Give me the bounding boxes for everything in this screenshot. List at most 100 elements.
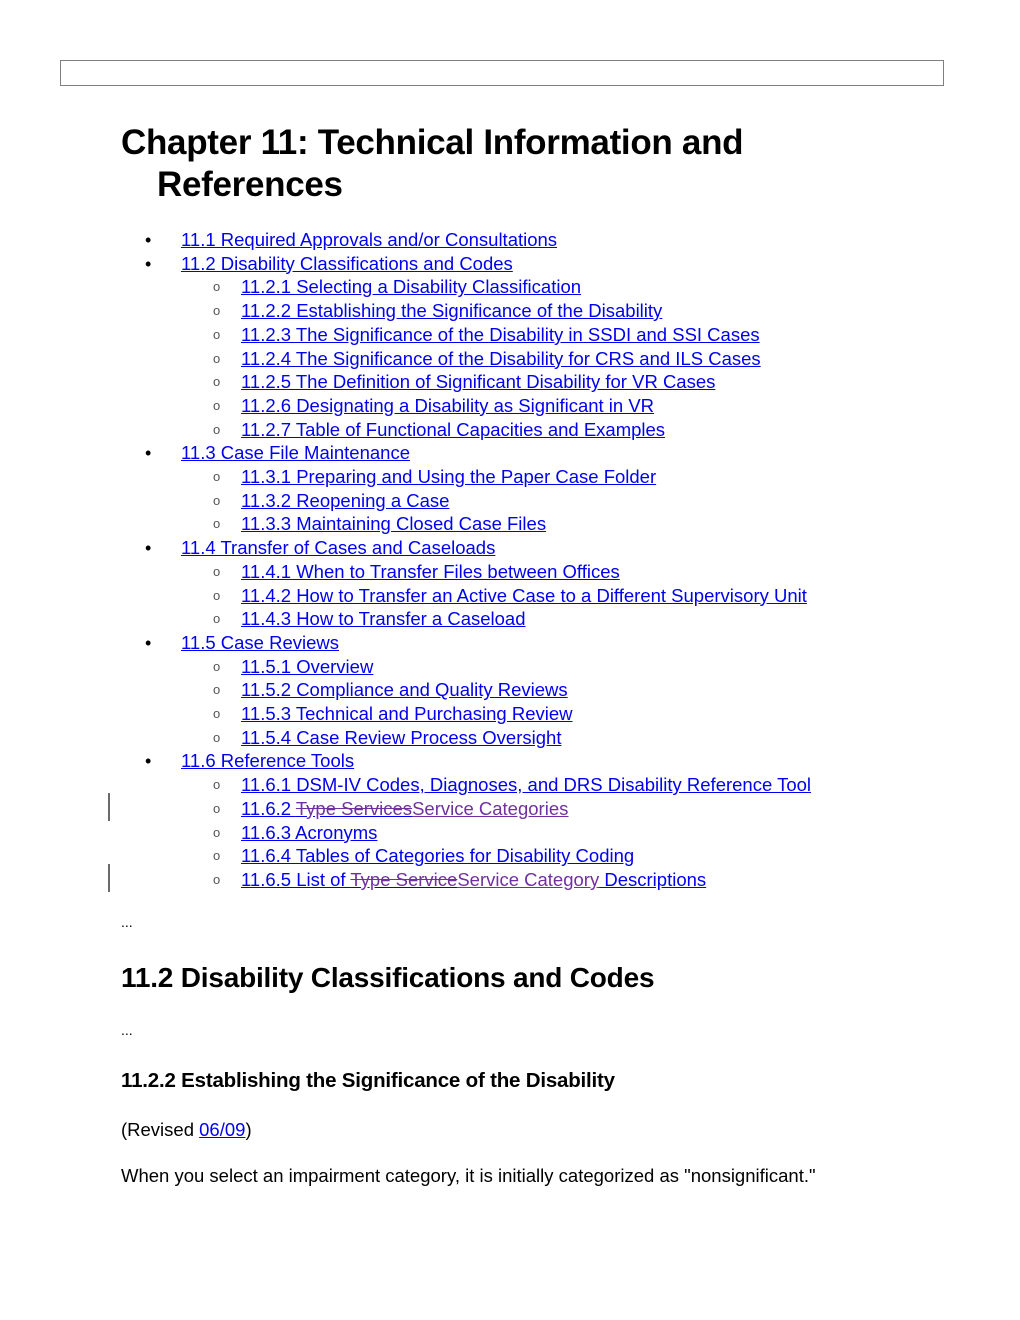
circle-bullet-icon: o [213, 397, 221, 413]
link-text: Descriptions [599, 868, 707, 890]
bullet-icon: • [145, 230, 152, 250]
tracked-insertion: Service Category [457, 868, 600, 890]
circle-bullet-icon: o [213, 824, 221, 840]
toc-link[interactable]: 11.3.2 Reopening a Case [241, 490, 449, 511]
toc-link[interactable]: 11.5.1 Overview [241, 656, 373, 677]
toc-subitem: o 11.5.4 Case Review Process Oversight [213, 726, 561, 750]
toc-link[interactable]: 11.6.3 Acronyms [241, 822, 377, 843]
link-text: 11.6.5 List of [241, 868, 351, 890]
toc-subitem: o 11.2.6 Designating a Disability as Sign… [213, 394, 654, 418]
toc-link[interactable]: 11.3.3 Maintaining Closed Case Files [241, 513, 546, 534]
circle-bullet-icon: o [213, 800, 221, 816]
toc-link[interactable]: 11.5.3 Technical and Purchasing Review [241, 703, 573, 724]
change-bar [108, 864, 110, 892]
circle-bullet-icon: o [213, 658, 221, 674]
toc-link[interactable]: 11.2.5 The Definition of Significant Dis… [241, 371, 715, 392]
toc-subitem: o 11.6.3 Acronyms [213, 821, 377, 845]
toc-link[interactable]: 11.2.4 The Significance of the Disabilit… [241, 348, 761, 369]
toc-subitem: o 11.3.3 Maintaining Closed Case Files [213, 512, 546, 536]
circle-bullet-icon: o [213, 350, 221, 366]
revised-date-link[interactable]: 06/09 [199, 1119, 245, 1140]
toc-subitem: o 11.6.1 DSM-IV Codes, Diagnoses, and DRS… [213, 773, 811, 797]
toc-item: • 11.1 Required Approvals and/or Consulta… [145, 228, 557, 252]
link-text: 11.6.2 [241, 797, 296, 819]
toc-link[interactable]: 11.2.3 The Significance of the Disabilit… [241, 324, 760, 345]
toc-link[interactable]: 11.2.1 Selecting a Disability Classifica… [241, 276, 581, 297]
circle-bullet-icon: o [213, 516, 221, 532]
toc-link[interactable]: 11.6.1 DSM-IV Codes, Diagnoses, and DRS … [241, 774, 811, 795]
revised-suffix: ) [245, 1119, 252, 1140]
toc-link[interactable]: 11.6.4 Tables of Categories for Disabili… [241, 845, 634, 866]
toc-link[interactable]: 11.6.2 Type ServicesService Categories [241, 798, 568, 819]
subsection-heading: 11.2.2 Establishing the Significance of … [121, 1069, 615, 1092]
circle-bullet-icon: o [213, 777, 221, 793]
toc-link[interactable]: 11.6.5 List of Type ServiceService Categ… [241, 869, 706, 890]
toc-link[interactable]: 11.3.1 Preparing and Using the Paper Cas… [241, 466, 656, 487]
toc-subitem: o 11.2.7 Table of Functional Capacities a… [213, 418, 665, 442]
bullet-icon: • [145, 632, 152, 653]
toc-link[interactable]: 11.2 Disability Classifications and Code… [181, 253, 513, 274]
circle-bullet-icon: o [213, 421, 221, 437]
chapter-title: Chapter 11: Technical Information and Re… [121, 123, 744, 204]
bullet-icon: • [145, 751, 152, 772]
toc-item: • 11.2 Disability Classifications and Cod… [145, 252, 513, 276]
revised-note: (Revised 06/09) [121, 1119, 252, 1141]
tracked-deletion: Type Services [295, 797, 413, 819]
toc-subitem: o 11.5.1 Overview [213, 655, 373, 679]
circle-bullet-icon: o [213, 326, 221, 342]
toc-link[interactable]: 11.1 Required Approvals and/or Consultat… [181, 229, 557, 250]
toc-link[interactable]: 11.5.2 Compliance and Quality Reviews [241, 679, 568, 700]
ellipsis: ... [121, 1022, 133, 1038]
bullet-icon: • [145, 443, 152, 464]
circle-bullet-icon: o [213, 729, 221, 745]
toc-link[interactable]: 11.2.2 Establishing the Significance of … [241, 300, 662, 321]
revised-prefix: (Revised [121, 1119, 200, 1140]
circle-bullet-icon: o [213, 706, 221, 721]
toc-link[interactable]: 11.3 Case File Maintenance [181, 442, 410, 463]
change-bar [108, 793, 110, 821]
toc-link[interactable]: 11.2.6 Designating a Disability as Signi… [241, 395, 654, 416]
toc-item: • 11.6 Reference Tools [145, 749, 354, 773]
circle-bullet-icon: o [213, 469, 221, 484]
toc-subitem: o 11.2.4 The Significance of the Disabili… [213, 347, 761, 371]
toc-link[interactable]: 11.4.3 How to Transfer a Caseload [241, 608, 526, 629]
toc-subitem: o 11.4.1 When to Transfer Files between O… [213, 560, 620, 584]
toc-subitem: o 11.5.2 Compliance and Quality Reviews [213, 678, 568, 702]
circle-bullet-icon: o [213, 611, 221, 627]
toc-item: • 11.3 Case File Maintenance [145, 441, 410, 465]
toc-subitem: o 11.6.2 Type ServicesService Categories [213, 797, 568, 821]
circle-bullet-icon: o [213, 303, 221, 319]
circle-bullet-icon: o [213, 279, 221, 295]
toc-subitem: o 11.4.3 How to Transfer a Caseload [213, 607, 526, 631]
toc-subitem: o 11.2.1 Selecting a Disability Classific… [213, 275, 581, 299]
toc-subitem: o 11.4.2 How to Transfer an Active Case t… [213, 584, 807, 608]
tracked-deletion: Type Service [350, 868, 458, 890]
toc-subitem: o 11.6.4 Tables of Categories for Disabil… [213, 844, 634, 868]
toc-link[interactable]: 11.4.2 How to Transfer an Active Case to… [241, 585, 807, 606]
circle-bullet-icon: o [213, 563, 221, 579]
bullet-icon: • [145, 253, 152, 274]
circle-bullet-icon: o [213, 848, 221, 864]
circle-bullet-icon: o [213, 871, 221, 887]
tracked-insertion: Service Categories [412, 797, 569, 819]
toc-link[interactable]: 11.6 Reference Tools [181, 750, 354, 771]
toc-link[interactable]: 11.2.7 Table of Functional Capacities an… [241, 419, 665, 440]
toc-link[interactable]: 11.5.4 Case Review Process Oversight [241, 727, 561, 748]
toc-subitem: o 11.3.1 Preparing and Using the Paper Ca… [213, 465, 656, 489]
toc-subitem: o 11.2.5 The Definition of Significant Di… [213, 370, 715, 394]
toc-item: • 11.4 Transfer of Cases and Caseloads [145, 536, 495, 560]
circle-bullet-icon: o [213, 374, 221, 390]
circle-bullet-icon: o [213, 587, 221, 603]
toc-link[interactable]: 11.4.1 When to Transfer Files between Of… [241, 561, 620, 582]
toc-link[interactable]: 11.5 Case Reviews [181, 632, 339, 653]
toc-subitem: o 11.5.3 Technical and Purchasing Review [213, 702, 573, 726]
toc-subitem: o 11.6.5 List of Type ServiceService Cate… [213, 868, 706, 892]
circle-bullet-icon: o [213, 492, 221, 508]
toc-subitem: o 11.2.2 Establishing the Significance of… [213, 299, 662, 323]
toc-subitem: o 11.3.2 Reopening a Case [213, 489, 449, 513]
section-heading: 11.2 Disability Classifications and Code… [121, 962, 655, 993]
toc-link[interactable]: 11.4 Transfer of Cases and Caseloads [181, 537, 495, 558]
toc-subitem: o 11.2.3 The Significance of the Disabili… [213, 323, 760, 347]
bullet-icon: • [145, 538, 152, 559]
toc-item: • 11.5 Case Reviews [145, 631, 339, 655]
